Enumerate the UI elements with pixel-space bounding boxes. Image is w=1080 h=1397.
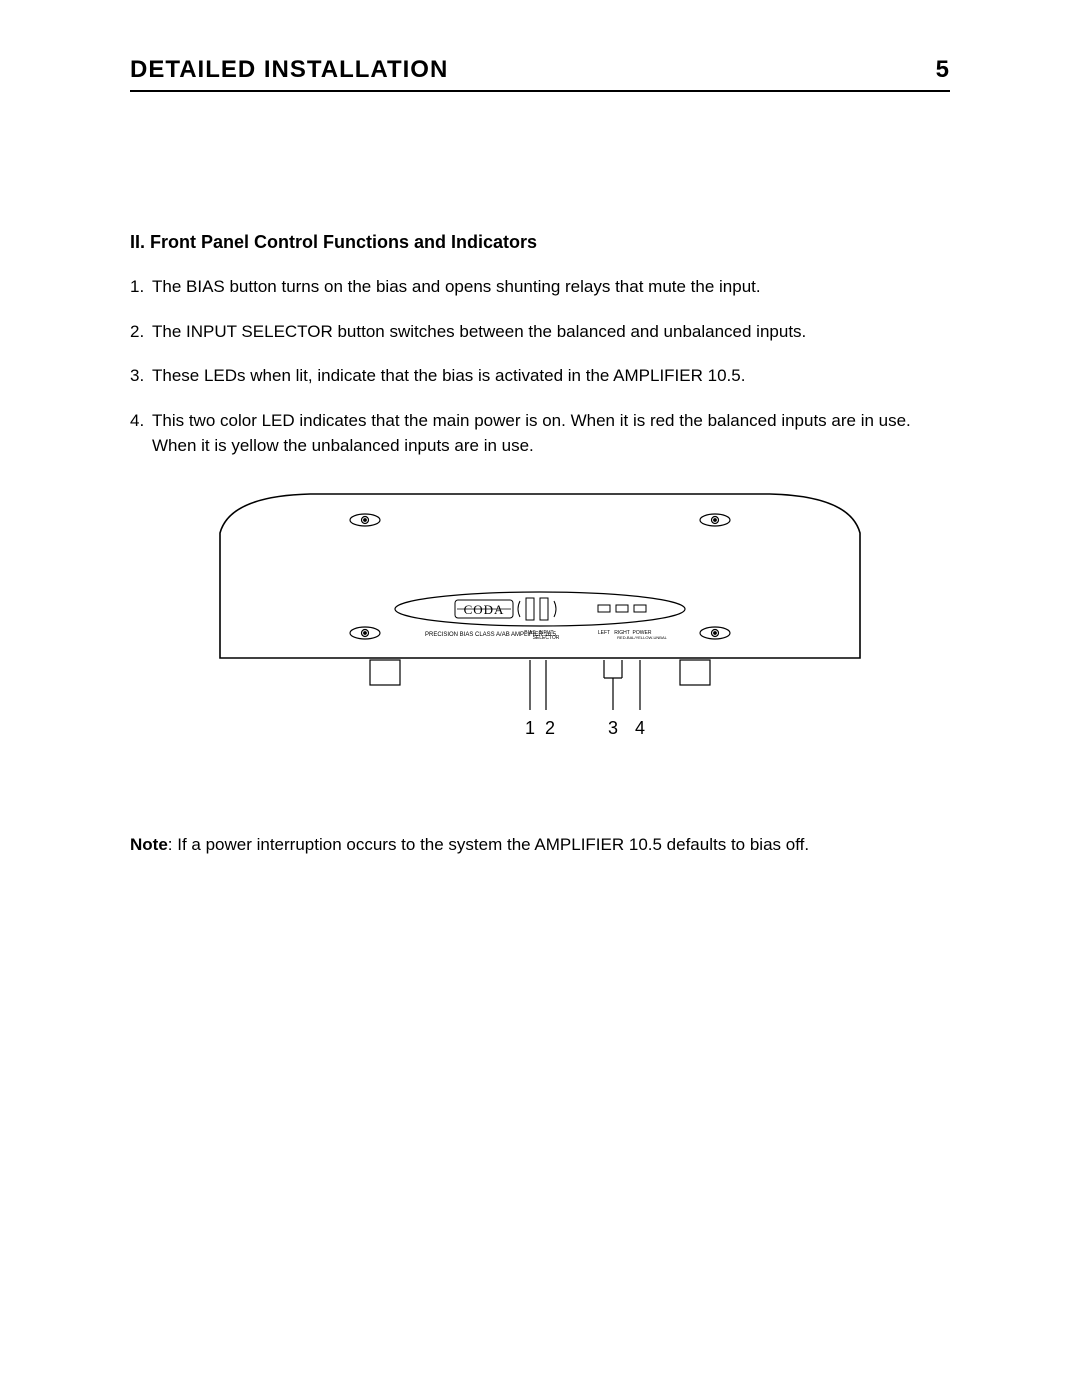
input-selector-button-icon <box>540 598 548 620</box>
instruction-list: 1. The BIAS button turns on the bias and… <box>130 275 950 458</box>
list-item-number: 4. <box>130 409 152 458</box>
right-led-icon <box>616 605 628 612</box>
manual-page: DETAILED INSTALLATION 5 II. Front Panel … <box>0 0 1080 1397</box>
list-item-number: 2. <box>130 320 152 345</box>
list-item-text: The BIAS button turns on the bias and op… <box>152 275 950 300</box>
amplifier-front-panel-svg: CODA PRECISION BIAS CLASS A/AB AMPLIFIER… <box>210 488 870 778</box>
list-item-number: 1. <box>130 275 152 300</box>
callout-number: 1 <box>525 718 535 738</box>
section-heading: II. Front Panel Control Functions and In… <box>130 232 950 253</box>
left-label: LEFT <box>598 630 610 636</box>
note-text: : If a power interruption occurs to the … <box>168 835 809 854</box>
front-panel-diagram: CODA PRECISION BIAS CLASS A/AB AMPLIFIER… <box>130 488 950 778</box>
list-item: 3. These LEDs when lit, indicate that th… <box>130 364 950 389</box>
note-paragraph: Note: If a power interruption occurs to … <box>130 833 950 857</box>
list-item: 4. This two color LED indicates that the… <box>130 409 950 458</box>
left-led-icon <box>598 605 610 612</box>
svg-text:SELECTOR: SELECTOR <box>533 635 560 641</box>
brand-label: CODA <box>464 602 505 617</box>
note-label: Note <box>130 835 168 854</box>
callout-number: 4 <box>635 718 645 738</box>
power-sub-label: RED-BAL/YELLOW-UNBAL <box>617 635 667 640</box>
power-led-icon <box>634 605 646 612</box>
list-item-number: 3. <box>130 364 152 389</box>
list-item-text: This two color LED indicates that the ma… <box>152 409 950 458</box>
callout-number: 2 <box>545 718 555 738</box>
list-item-text: These LEDs when lit, indicate that the b… <box>152 364 950 389</box>
page-header: DETAILED INSTALLATION 5 <box>130 56 950 92</box>
callout-number: 3 <box>608 718 618 738</box>
page-number: 5 <box>936 56 950 84</box>
page-title: DETAILED INSTALLATION <box>130 56 448 84</box>
bias-button-icon <box>526 598 534 620</box>
list-item-text: The INPUT SELECTOR button switches betwe… <box>152 320 950 345</box>
list-item: 2. The INPUT SELECTOR button switches be… <box>130 320 950 345</box>
list-item: 1. The BIAS button turns on the bias and… <box>130 275 950 300</box>
